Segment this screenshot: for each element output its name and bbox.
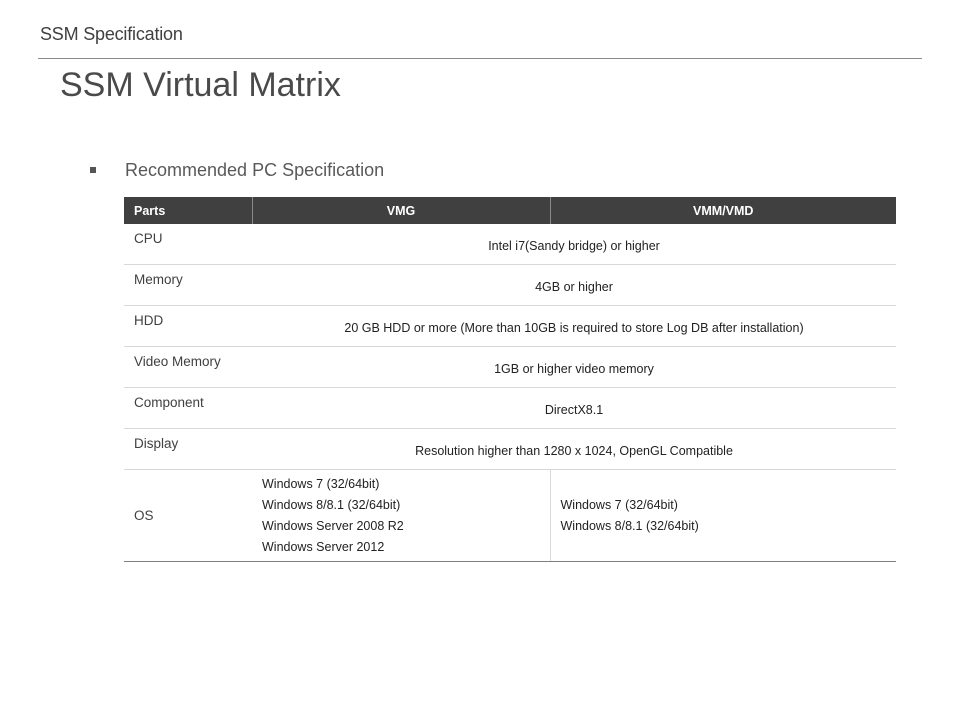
row-part-label: Component [124, 387, 252, 429]
table-row: Component DirectX8.1 [124, 387, 896, 429]
row-part-label: HDD [124, 305, 252, 347]
header-label: SSM Specification [40, 24, 183, 44]
os-vmg-item: Windows 7 (32/64bit) [262, 476, 380, 491]
os-vmg-item: Windows Server 2012 [262, 539, 385, 554]
table-row: Video Memory 1GB or higher video memory [124, 346, 896, 388]
row-value: 20 GB HDD or more (More than 10GB is req… [252, 305, 896, 347]
row-value: 1GB or higher video memory [252, 346, 896, 388]
header-divider [38, 58, 922, 59]
table-row: Display Resolution higher than 1280 x 10… [124, 428, 896, 470]
row-part-label: Memory [124, 264, 252, 306]
bullet-icon [90, 167, 96, 173]
row-part-label: Video Memory [124, 346, 252, 388]
row-part-label: CPU [124, 224, 252, 265]
table-row-os: OS Windows 7 (32/64bit) Windows 8/8.1 (3… [124, 469, 896, 562]
row-value: Intel i7(Sandy bridge) or higher [252, 224, 896, 265]
os-vmm-item: Windows 8/8.1 (32/64bit) [560, 518, 699, 533]
os-vmg-list: Windows 7 (32/64bit) Windows 8/8.1 (32/6… [252, 469, 550, 562]
table-row: HDD 20 GB HDD or more (More than 10GB is… [124, 305, 896, 347]
row-value: DirectX8.1 [252, 387, 896, 429]
os-vmg-item: Windows 8/8.1 (32/64bit) [262, 497, 401, 512]
os-vmm-vmd-list: Windows 7 (32/64bit) Windows 8/8.1 (32/6… [549, 469, 896, 562]
section-title: Recommended PC Specification [125, 160, 385, 180]
table-header-row: Parts VMG VMM/VMD [124, 197, 896, 224]
os-vmg-item: Windows Server 2008 R2 [262, 518, 404, 533]
row-part-label: OS [124, 469, 252, 562]
column-header-parts: Parts [124, 197, 252, 224]
column-header-vmg: VMG [251, 197, 550, 224]
os-vmm-item: Windows 7 (32/64bit) [560, 497, 678, 512]
table-row: Memory 4GB or higher [124, 264, 896, 306]
row-part-label: Display [124, 428, 252, 470]
row-value: Resolution higher than 1280 x 1024, Open… [252, 428, 896, 470]
row-value: 4GB or higher [252, 264, 896, 306]
column-header-vmm-vmd: VMM/VMD [549, 197, 896, 224]
table-row: CPU Intel i7(Sandy bridge) or higher [124, 224, 896, 265]
page-title: SSM Virtual Matrix [60, 66, 341, 104]
spec-table: Parts VMG VMM/VMD CPU Intel i7(Sandy bri… [124, 197, 896, 562]
